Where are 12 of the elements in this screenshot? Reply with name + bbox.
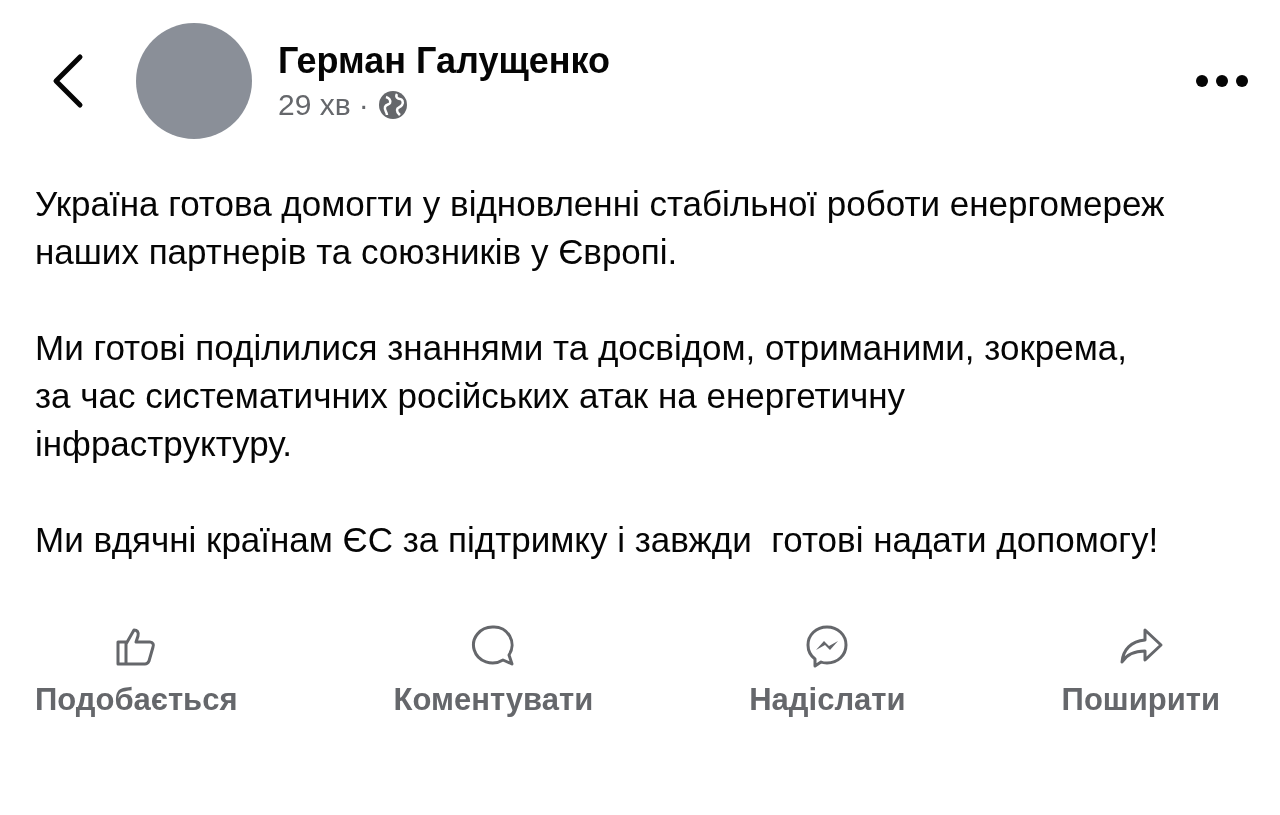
comment-button[interactable]: Коментувати bbox=[393, 622, 594, 718]
author-name[interactable]: Герман Галущенко bbox=[278, 40, 1194, 82]
post-time[interactable]: 29 хв bbox=[278, 88, 351, 122]
globe-icon bbox=[376, 89, 409, 121]
post-paragraph: Україна готова домогти у відновленні стабільної роботи енергомереж наших партнерів та союзників у Європі. bbox=[35, 183, 1166, 273]
send-button[interactable]: Надіслати bbox=[749, 622, 906, 718]
more-options-icon[interactable] bbox=[1194, 73, 1250, 89]
post-paragraph: Ми вдячні країнам ЄС за підтримку і завжди готові надати допомогу! bbox=[35, 519, 1160, 561]
separator-dot: · bbox=[358, 88, 369, 122]
like-button[interactable]: Подобається bbox=[35, 622, 238, 718]
post-paragraph: Ми готові поділилися знаннями та досвідом, отриманими, зокрема, за час систематичних російських атак на енергетичну інфраструктуру. bbox=[35, 327, 1128, 465]
share-button[interactable]: Поширити bbox=[1061, 622, 1220, 718]
